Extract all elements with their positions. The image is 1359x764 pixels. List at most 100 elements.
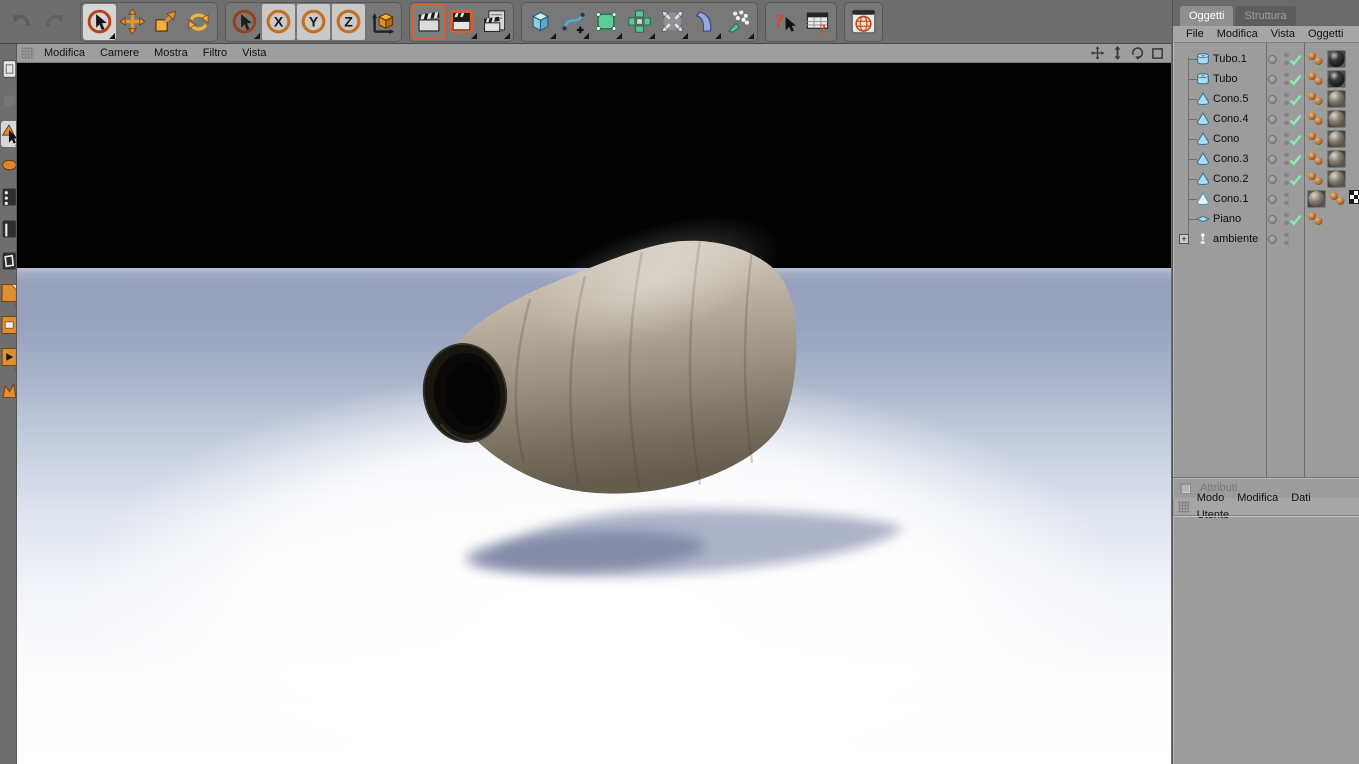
texture-axis-mode-button[interactable]	[1, 313, 16, 339]
viewport-menu-mostra[interactable]: Mostra	[154, 47, 188, 59]
enabled-check-icon[interactable]	[1289, 134, 1302, 149]
viewport-menu-camere[interactable]: Camere	[100, 47, 139, 59]
add-scene-button[interactable]	[722, 4, 755, 40]
material-dark-tag[interactable]	[1327, 50, 1346, 71]
phong-tag[interactable]	[1307, 90, 1324, 110]
enabled-check-icon[interactable]	[1289, 174, 1302, 189]
attributes-lock-checkbox[interactable]	[1180, 482, 1191, 494]
material-gray-tag[interactable]	[1327, 130, 1346, 151]
viewport-pan-button[interactable]	[1089, 46, 1105, 61]
model-mode-button[interactable]	[1, 89, 16, 115]
viewport-rotate-button[interactable]	[1129, 46, 1145, 61]
layer-dot[interactable]	[1268, 215, 1277, 224]
coordinate-system-button[interactable]	[366, 4, 399, 40]
lock-z-axis-button[interactable]: Z	[332, 3, 365, 40]
render-visibility-dot[interactable]	[1284, 240, 1289, 245]
viewport-canvas[interactable]	[17, 63, 1171, 764]
expand-toggle[interactable]: +	[1179, 234, 1189, 244]
rotate-button[interactable]	[182, 4, 215, 40]
object-mode-button[interactable]	[1, 121, 16, 147]
phong-tag[interactable]	[1307, 110, 1324, 130]
render-visibility-dot[interactable]	[1284, 200, 1289, 205]
layer-dot[interactable]	[1268, 235, 1277, 244]
tab-oggetti[interactable]: Oggetti	[1180, 6, 1234, 26]
layer-dot[interactable]	[1268, 175, 1277, 184]
phong-tag[interactable]	[1307, 210, 1324, 230]
command-manager-button[interactable]: ?	[801, 4, 834, 40]
add-deformer-button[interactable]	[689, 4, 722, 40]
phong-tag[interactable]	[1307, 130, 1324, 150]
point-mode-button[interactable]	[1, 185, 16, 211]
om-menu-vista[interactable]: Vista	[1271, 28, 1295, 40]
drag-handle-icon[interactable]	[21, 47, 34, 59]
om-menu-file[interactable]: File	[1186, 28, 1204, 40]
object-row-piano[interactable]: Piano	[1173, 209, 1359, 229]
lock-y-axis-button[interactable]: Y	[297, 3, 330, 40]
phong-tag[interactable]	[1307, 50, 1324, 70]
object-row-tubo-1[interactable]: Tubo.1	[1173, 49, 1359, 69]
add-primitive-button[interactable]	[524, 4, 557, 40]
live-selection-button[interactable]	[83, 3, 116, 40]
viewport-menu-modifica[interactable]: Modifica	[44, 47, 85, 59]
material-dark-tag[interactable]	[1327, 70, 1346, 91]
workplane-lock-button[interactable]	[1, 377, 16, 403]
om-menu-modifica[interactable]: Modifica	[1217, 28, 1258, 40]
editor-visibility-dot[interactable]	[1284, 232, 1289, 237]
layer-dot[interactable]	[1268, 55, 1277, 64]
object-row-cono-3[interactable]: Cono.3	[1173, 149, 1359, 169]
render-view-button[interactable]	[412, 3, 445, 40]
enabled-check-icon[interactable]	[1289, 214, 1302, 229]
attr-menu-modo[interactable]: Modo	[1197, 492, 1225, 504]
object-row-ambiente[interactable]: + ambiente	[1173, 229, 1359, 249]
material-gray-tag[interactable]	[1307, 190, 1326, 211]
enabled-check-icon[interactable]	[1289, 74, 1302, 89]
phong-tag[interactable]	[1307, 150, 1324, 170]
make-editable-button[interactable]	[1, 57, 16, 83]
viewport-zoom-button[interactable]	[1109, 46, 1125, 61]
object-axis-mode-button[interactable]	[1, 153, 16, 179]
polygon-mode-button[interactable]	[1, 249, 16, 275]
editor-visibility-dot[interactable]	[1284, 192, 1289, 197]
online-help-button[interactable]	[847, 4, 880, 40]
help-button[interactable]: ?	[768, 4, 801, 40]
object-row-cono-1[interactable]: Cono.1	[1173, 189, 1359, 209]
viewport-menu-vista[interactable]: Vista	[242, 47, 266, 59]
lock-x-axis-button[interactable]: X	[262, 3, 295, 40]
object-row-cono[interactable]: Cono	[1173, 129, 1359, 149]
material-gray-tag[interactable]	[1327, 170, 1346, 191]
object-row-cono-5[interactable]: Cono.5	[1173, 89, 1359, 109]
render-picture-viewer-button[interactable]	[445, 4, 478, 40]
enabled-check-icon[interactable]	[1289, 94, 1302, 109]
om-menu-oggetti[interactable]: Oggetti	[1308, 28, 1343, 40]
material-gray-tag[interactable]	[1327, 150, 1346, 171]
object-row-cono-4[interactable]: Cono.4	[1173, 109, 1359, 129]
phong-tag[interactable]	[1307, 170, 1324, 190]
material-gray-tag[interactable]	[1327, 110, 1346, 131]
object-manager-list[interactable]: Tubo.1 Tubo Cono.5 Cono.4 Cono Cono.3 Cono.2 Co…	[1173, 43, 1359, 477]
add-spline-button[interactable]	[557, 4, 590, 40]
texture-mode-button[interactable]	[1, 281, 16, 307]
enabled-check-icon[interactable]	[1289, 154, 1302, 169]
attr-menu-modifica[interactable]: Modifica	[1237, 492, 1278, 504]
redo-button[interactable]	[38, 4, 71, 40]
object-row-cono-2[interactable]: Cono.2	[1173, 169, 1359, 189]
add-particle-button[interactable]	[656, 4, 689, 40]
animation-mode-button[interactable]	[1, 345, 16, 371]
add-modeling-button[interactable]	[623, 4, 656, 40]
layer-dot[interactable]	[1268, 135, 1277, 144]
viewport-maximize-button[interactable]	[1149, 46, 1165, 61]
tab-struttura[interactable]: Struttura	[1235, 6, 1296, 26]
layer-dot[interactable]	[1268, 95, 1277, 104]
layer-dot[interactable]	[1268, 195, 1277, 204]
phong-tag[interactable]	[1329, 190, 1346, 210]
edge-mode-button[interactable]	[1, 217, 16, 243]
layer-dot[interactable]	[1268, 75, 1277, 84]
enabled-check-icon[interactable]	[1289, 114, 1302, 129]
selection-tool-button[interactable]	[228, 4, 261, 40]
layer-dot[interactable]	[1268, 115, 1277, 124]
phong-tag[interactable]	[1307, 70, 1324, 90]
undo-button[interactable]	[5, 4, 38, 40]
drag-handle-icon[interactable]	[1178, 500, 1189, 513]
enabled-check-icon[interactable]	[1289, 54, 1302, 69]
add-hypernurbs-button[interactable]	[590, 4, 623, 40]
